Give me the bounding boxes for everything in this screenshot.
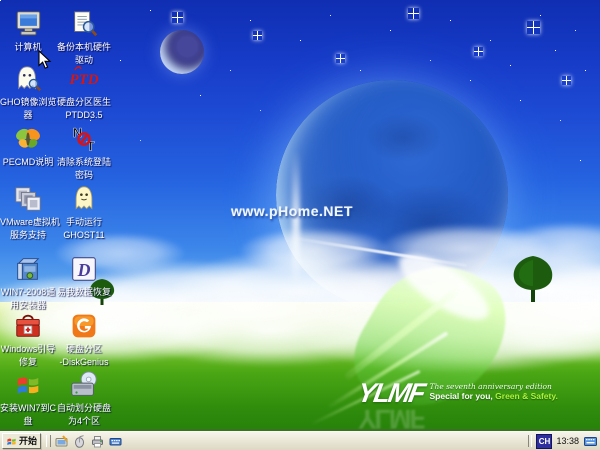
icon-label: 器 xyxy=(0,110,56,121)
icon-label: 清除系统登陆 xyxy=(56,157,112,168)
crescent-moon xyxy=(160,30,204,74)
icon-label: VMware虚拟机 xyxy=(0,217,56,228)
icon-label: PECMD说明 xyxy=(0,157,56,168)
icon-label: 盘 xyxy=(0,416,56,427)
icon-label: 修复 xyxy=(0,357,56,368)
letter-d-logo-icon: D xyxy=(67,253,101,285)
taskbar: 开始 xyxy=(0,431,600,450)
desktop-icon-vmware-support[interactable]: VMware虚拟机 服务支持 xyxy=(0,183,56,241)
keyboard-tool-icon[interactable] xyxy=(108,434,122,448)
tray-clock[interactable]: 13:38 xyxy=(556,436,579,446)
icon-label: -DiskGenius xyxy=(56,357,112,368)
icon-label: WIN7-2008通 xyxy=(0,287,56,298)
svg-text:D: D xyxy=(77,260,91,280)
star-sparkle-icon xyxy=(253,31,262,40)
star-sparkle-icon xyxy=(474,47,483,56)
tree-large xyxy=(506,254,560,304)
icon-label: 手动运行 xyxy=(56,217,112,228)
slogan-white: Special for you, xyxy=(430,391,496,401)
computer-icon xyxy=(11,8,45,40)
harddisk-disc-icon xyxy=(67,369,101,401)
start-button-label: 开始 xyxy=(19,435,37,447)
mouse-tool-icon[interactable] xyxy=(72,434,86,448)
desktop-icon-computer[interactable]: 计算机 xyxy=(0,8,56,55)
star-sparkle-icon xyxy=(527,21,540,34)
logo-slogan: Special for you, Green & Safety. xyxy=(430,391,558,401)
quick-launch-handle[interactable] xyxy=(46,435,51,447)
stars xyxy=(0,0,1,1)
star-sparkle-icon xyxy=(172,12,183,23)
icon-label: GHO镜像浏览 xyxy=(0,97,56,108)
slogan-green: Green & Safety. xyxy=(495,391,558,401)
icon-label: 密码 xyxy=(56,170,112,181)
icon-label: 为4个区 xyxy=(56,416,112,427)
star-sparkle-icon xyxy=(408,8,419,19)
icon-label: 备份本机硬件 xyxy=(56,42,112,53)
desktop-icon-win7-2008-installer[interactable]: WIN7-2008通 用安装器 xyxy=(0,253,56,311)
desktop-icon-diskgenius[interactable]: 硬盘分区 -DiskGenius xyxy=(56,310,112,368)
icon-label: GHOST11 xyxy=(56,230,112,241)
icon-label: 硬盘分区医生 xyxy=(56,97,112,108)
ghost-icon xyxy=(67,183,101,215)
desktop-icon-data-recovery[interactable]: D 易我数据恢复 xyxy=(56,253,112,300)
system-tray: CH 13:38 xyxy=(536,434,600,449)
watermark-text: www.pHome.NET xyxy=(231,203,353,219)
diskgenius-g-icon xyxy=(67,310,101,342)
cloud xyxy=(240,228,390,273)
ylmf-brand-reflection: YLMF xyxy=(356,406,426,432)
icon-label: Windows引导 xyxy=(0,344,56,355)
ylmf-brand-text: YLMF xyxy=(356,380,426,406)
desktop-icon-auto-partition[interactable]: 自动划分硬盘 为4个区 xyxy=(56,369,112,427)
first-aid-toolbox-icon xyxy=(11,310,45,342)
icon-label: 服务支持 xyxy=(0,230,56,241)
show-desktop-icon[interactable] xyxy=(54,434,68,448)
desktop-screen: www.pHome.NET YLMF YLMF The seventh anni… xyxy=(0,0,600,450)
start-button[interactable]: 开始 xyxy=(2,433,41,449)
svg-text:PTD: PTD xyxy=(69,72,98,88)
butterfly-icon xyxy=(11,123,45,155)
icon-label: 易我数据恢复 xyxy=(56,287,112,298)
logo-tagline: The seventh anniversary edition xyxy=(430,382,558,391)
windows-flag-icon xyxy=(11,369,45,401)
software-box-icon xyxy=(11,253,45,285)
printer-tool-icon[interactable] xyxy=(90,434,104,448)
desktop-icon-run-ghost[interactable]: 手动运行 GHOST11 xyxy=(56,183,112,241)
desktop-icon-pecmd-help[interactable]: PECMD说明 xyxy=(0,123,56,170)
icon-label: 硬盘分区 xyxy=(56,344,112,355)
icon-label: 自动划分硬盘 xyxy=(56,403,112,414)
star-sparkle-icon xyxy=(336,54,345,63)
ptdd-logo-icon: PTD xyxy=(67,63,101,95)
icon-label: 安装WIN7到C xyxy=(0,403,56,414)
vmware-icon xyxy=(11,183,45,215)
input-method-indicator[interactable]: CH xyxy=(536,434,552,449)
nt-password-icon: N T xyxy=(67,123,101,155)
star-sparkle-icon xyxy=(562,76,571,85)
desktop-icon-backup-drivers[interactable]: 备份本机硬件 驱动 xyxy=(56,8,112,66)
tray-separator xyxy=(528,435,532,447)
desktop-icon-clear-password[interactable]: N T 清除系统登陆 密码 xyxy=(56,123,112,181)
mouse-cursor xyxy=(38,50,52,75)
windows-flag-icon xyxy=(6,436,17,447)
icon-label: PTDD3.5 xyxy=(56,110,112,121)
ylmf-logo: YLMF YLMF The seventh anniversary editio… xyxy=(358,380,558,432)
desktop-icon-install-win7[interactable]: 安装WIN7到C 盘 xyxy=(0,369,56,427)
soft-keyboard-tray-icon[interactable] xyxy=(583,434,597,448)
document-magnifier-icon xyxy=(67,8,101,40)
desktop-icon-ptdd[interactable]: PTD 硬盘分区医生 PTDD3.5 xyxy=(56,63,112,121)
desktop-icon-boot-repair[interactable]: Windows引导 修复 xyxy=(0,310,56,368)
